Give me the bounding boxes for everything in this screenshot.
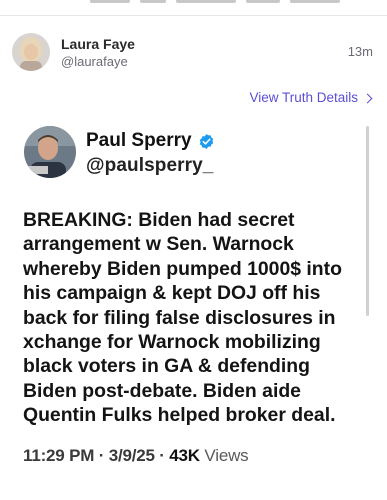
tweet-text-line: arrangement w Sen. Warnock bbox=[23, 233, 294, 256]
tweet-author-name: Paul Sperry bbox=[86, 130, 215, 152]
tweet-text-line: whereby Biden pumped 1000$ into bbox=[23, 257, 342, 280]
tweet-views-count: 43K bbox=[169, 446, 200, 465]
scrollbar bbox=[366, 126, 369, 316]
post-header: Laura Faye @laurafaye 13m bbox=[0, 30, 387, 80]
tweet-date: 3/9/25 bbox=[108, 446, 155, 465]
tweet-text-line: back for filing false disclosures in bbox=[23, 306, 336, 329]
tweet-author-name-text: Paul Sperry bbox=[86, 130, 192, 151]
author-name[interactable]: Laura Faye bbox=[61, 36, 135, 52]
tweet-text-line: Biden post-debate. Biden aide bbox=[23, 379, 301, 402]
tweet-text: BREAKING: Biden had secret arrangement w… bbox=[23, 208, 363, 428]
tweet-time: 11:29 PM bbox=[23, 446, 95, 465]
previous-post-remnant bbox=[0, 0, 387, 8]
author-handle[interactable]: @laurafaye bbox=[61, 54, 128, 69]
tweet-text-line: Quentin Fulks helped broker deal. bbox=[23, 404, 336, 427]
tweet-text-line: his campaign & kept DOJ off his bbox=[23, 282, 321, 305]
tweet-text-line: xchange for Warnock mobilizing bbox=[23, 331, 321, 354]
verified-badge-icon bbox=[199, 133, 213, 149]
avatar[interactable] bbox=[12, 33, 50, 71]
tweet-avatar bbox=[24, 126, 76, 178]
view-truth-details-label: View Truth Details bbox=[249, 90, 358, 105]
tweet-author-handle: @paulsperry_ bbox=[86, 155, 214, 176]
post-timestamp: 13m bbox=[347, 44, 373, 59]
tweet-meta: 11:29 PM · 3/9/25 · 43K Views bbox=[23, 446, 249, 465]
view-truth-details-link[interactable]: View Truth Details bbox=[249, 90, 373, 105]
tweet-text-line: black voters in GA & defending bbox=[23, 355, 310, 378]
chevron-right-icon bbox=[362, 93, 373, 103]
post-divider bbox=[0, 15, 387, 16]
embedded-tweet-image[interactable]: Paul Sperry @paulsperry_ BREAKING: Biden… bbox=[0, 116, 387, 500]
tweet-text-line: BREAKING: Biden had secret bbox=[23, 209, 295, 231]
tweet-views-label: Views bbox=[204, 446, 249, 465]
